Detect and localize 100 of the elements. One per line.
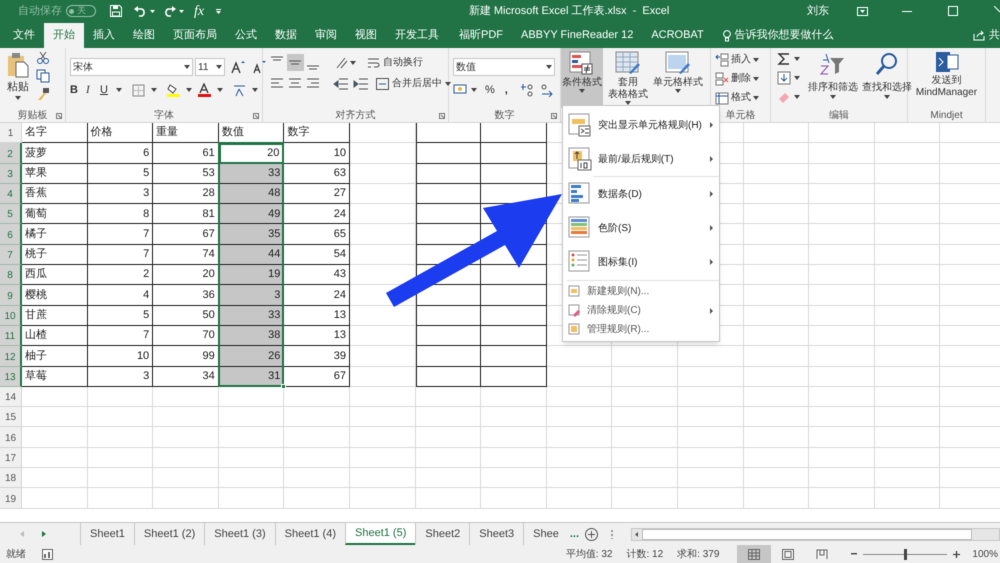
table-cell[interactable]: 苹果 xyxy=(22,164,88,184)
slider-thumb[interactable] xyxy=(904,548,907,560)
number-format-field[interactable]: 数值 xyxy=(453,58,555,76)
dropdown-icon[interactable] xyxy=(150,10,155,12)
scroll-right-icon[interactable] xyxy=(42,531,46,537)
minimize-icon[interactable] xyxy=(902,10,912,12)
table-cell[interactable] xyxy=(481,143,547,164)
align-icon[interactable] xyxy=(287,54,304,71)
ribbon-tab[interactable]: 开发工具 xyxy=(386,23,448,48)
table-cell[interactable]: 49 xyxy=(218,204,284,224)
style-button[interactable]: 条件格式 xyxy=(561,48,603,108)
row-header[interactable]: 9 xyxy=(0,285,22,306)
copy-icon[interactable] xyxy=(36,69,50,83)
orientation-icon[interactable] xyxy=(335,56,349,70)
table-cell[interactable]: 63 xyxy=(284,164,350,184)
table-cell[interactable]: 13 xyxy=(284,306,350,326)
undo-icon[interactable] xyxy=(134,6,147,16)
delete-cells-button[interactable]: 删除 xyxy=(715,71,759,86)
table-cell[interactable]: 甘蔗 xyxy=(22,306,88,326)
table-cell[interactable]: 橘子 xyxy=(22,224,88,245)
row-header[interactable]: 19 xyxy=(0,488,22,509)
macro-icon[interactable] xyxy=(42,548,53,560)
table-cell[interactable]: 39 xyxy=(284,346,350,367)
table-cell[interactable]: 3 xyxy=(88,184,154,204)
table-cell[interactable] xyxy=(416,306,482,326)
user-name[interactable]: 刘东 xyxy=(807,2,829,20)
row-header[interactable]: 1 xyxy=(0,123,22,144)
ribbon-tab[interactable]: 文件 xyxy=(4,23,44,48)
table-cell[interactable]: 数字 xyxy=(284,123,350,144)
table-cell[interactable] xyxy=(481,265,547,286)
menu-item[interactable]: 图标集(I) xyxy=(563,245,719,279)
ribbon-tab[interactable]: 福昕PDF xyxy=(450,23,512,48)
table-cell[interactable] xyxy=(416,123,482,144)
table-cell[interactable]: 香蕉 xyxy=(22,184,88,204)
table-cell[interactable]: 6 xyxy=(88,143,154,164)
percent-button[interactable]: % xyxy=(485,82,495,98)
row-header[interactable]: 17 xyxy=(0,448,22,468)
ribbon-tab[interactable]: 视图 xyxy=(346,23,386,48)
font-size-field[interactable]: 11 xyxy=(195,58,225,76)
table-cell[interactable]: 3 xyxy=(88,366,154,387)
table-cell[interactable]: 菠萝 xyxy=(22,143,88,164)
table-cell[interactable]: 樱桃 xyxy=(22,285,88,306)
table-cell[interactable]: 3 xyxy=(218,285,284,306)
style-button[interactable]: 单元格样式 xyxy=(653,48,703,108)
more-sheets-button[interactable]: ... xyxy=(568,523,581,545)
table-cell[interactable]: 5 xyxy=(88,306,154,326)
zoom-slider[interactable] xyxy=(863,548,948,560)
table-cell[interactable]: 价格 xyxy=(88,123,154,144)
table-cell[interactable] xyxy=(416,143,482,164)
menu-item[interactable]: 最前/最后规则(T) xyxy=(563,142,719,176)
zoom-level-text[interactable]: 100% xyxy=(972,546,998,562)
table-cell[interactable]: 西瓜 xyxy=(22,265,88,286)
dropdown-icon[interactable] xyxy=(179,10,184,12)
row-header[interactable]: 4 xyxy=(0,184,22,204)
menu-item[interactable]: 新建规则(N)... xyxy=(563,282,719,301)
row-header[interactable]: 8 xyxy=(0,265,22,286)
sort-filter-button[interactable]: 排序和筛选 xyxy=(808,48,858,108)
table-cell[interactable]: 8 xyxy=(88,204,154,224)
insert-cells-button[interactable]: 插入 xyxy=(715,52,759,67)
ribbon-tab[interactable]: 数据 xyxy=(266,23,306,48)
increase-indent-icon[interactable] xyxy=(353,76,369,92)
table-cell[interactable]: 24 xyxy=(284,204,350,224)
merge-center-button[interactable]: 合并后居中 xyxy=(376,76,451,91)
table-cell[interactable]: 67 xyxy=(284,366,350,387)
format-painter-icon[interactable] xyxy=(36,87,50,101)
table-cell[interactable]: 桃子 xyxy=(22,244,88,266)
table-cell[interactable]: 7 xyxy=(88,244,154,266)
row-header[interactable]: 10 xyxy=(0,306,22,326)
table-cell[interactable]: 19 xyxy=(218,265,284,286)
table-cell[interactable] xyxy=(416,204,482,224)
dialog-launcher-icon[interactable] xyxy=(439,113,445,119)
fill-icon[interactable] xyxy=(777,71,791,85)
table-cell[interactable]: 10 xyxy=(88,346,154,367)
increase-decimal-icon[interactable] xyxy=(520,83,534,98)
ribbon-tab[interactable]: 开始 xyxy=(44,23,84,48)
ribbon-tab[interactable]: 插入 xyxy=(84,23,124,48)
bold-button[interactable]: B xyxy=(70,82,80,98)
fill-handle[interactable] xyxy=(281,384,286,389)
menu-item[interactable]: 数据条(D) xyxy=(563,177,719,211)
autosum-icon[interactable] xyxy=(777,52,791,66)
comma-button[interactable]: , xyxy=(504,82,508,98)
row-header[interactable]: 7 xyxy=(0,244,22,266)
fill-color-icon[interactable] xyxy=(167,83,180,98)
table-cell[interactable]: 43 xyxy=(284,265,350,286)
increase-font-icon[interactable] xyxy=(231,60,246,74)
table-cell[interactable] xyxy=(416,326,482,346)
splitter-handle-icon[interactable] xyxy=(611,530,613,538)
table-cell[interactable]: 53 xyxy=(153,164,219,184)
table-cell[interactable]: 35 xyxy=(218,224,284,245)
ribbon-display-icon[interactable] xyxy=(857,6,868,16)
table-cell[interactable] xyxy=(481,366,547,387)
horizontal-scrollbar[interactable] xyxy=(631,528,1000,540)
table-cell[interactable]: 山楂 xyxy=(22,326,88,346)
menu-item[interactable]: 清除规则(C) xyxy=(563,301,719,320)
table-cell[interactable]: 65 xyxy=(284,224,350,245)
decrease-indent-icon[interactable] xyxy=(333,76,349,92)
table-cell[interactable]: 54 xyxy=(284,244,350,266)
redo-icon[interactable] xyxy=(163,6,176,16)
row-header[interactable]: 5 xyxy=(0,204,22,224)
table-cell[interactable]: 5 xyxy=(88,164,154,184)
